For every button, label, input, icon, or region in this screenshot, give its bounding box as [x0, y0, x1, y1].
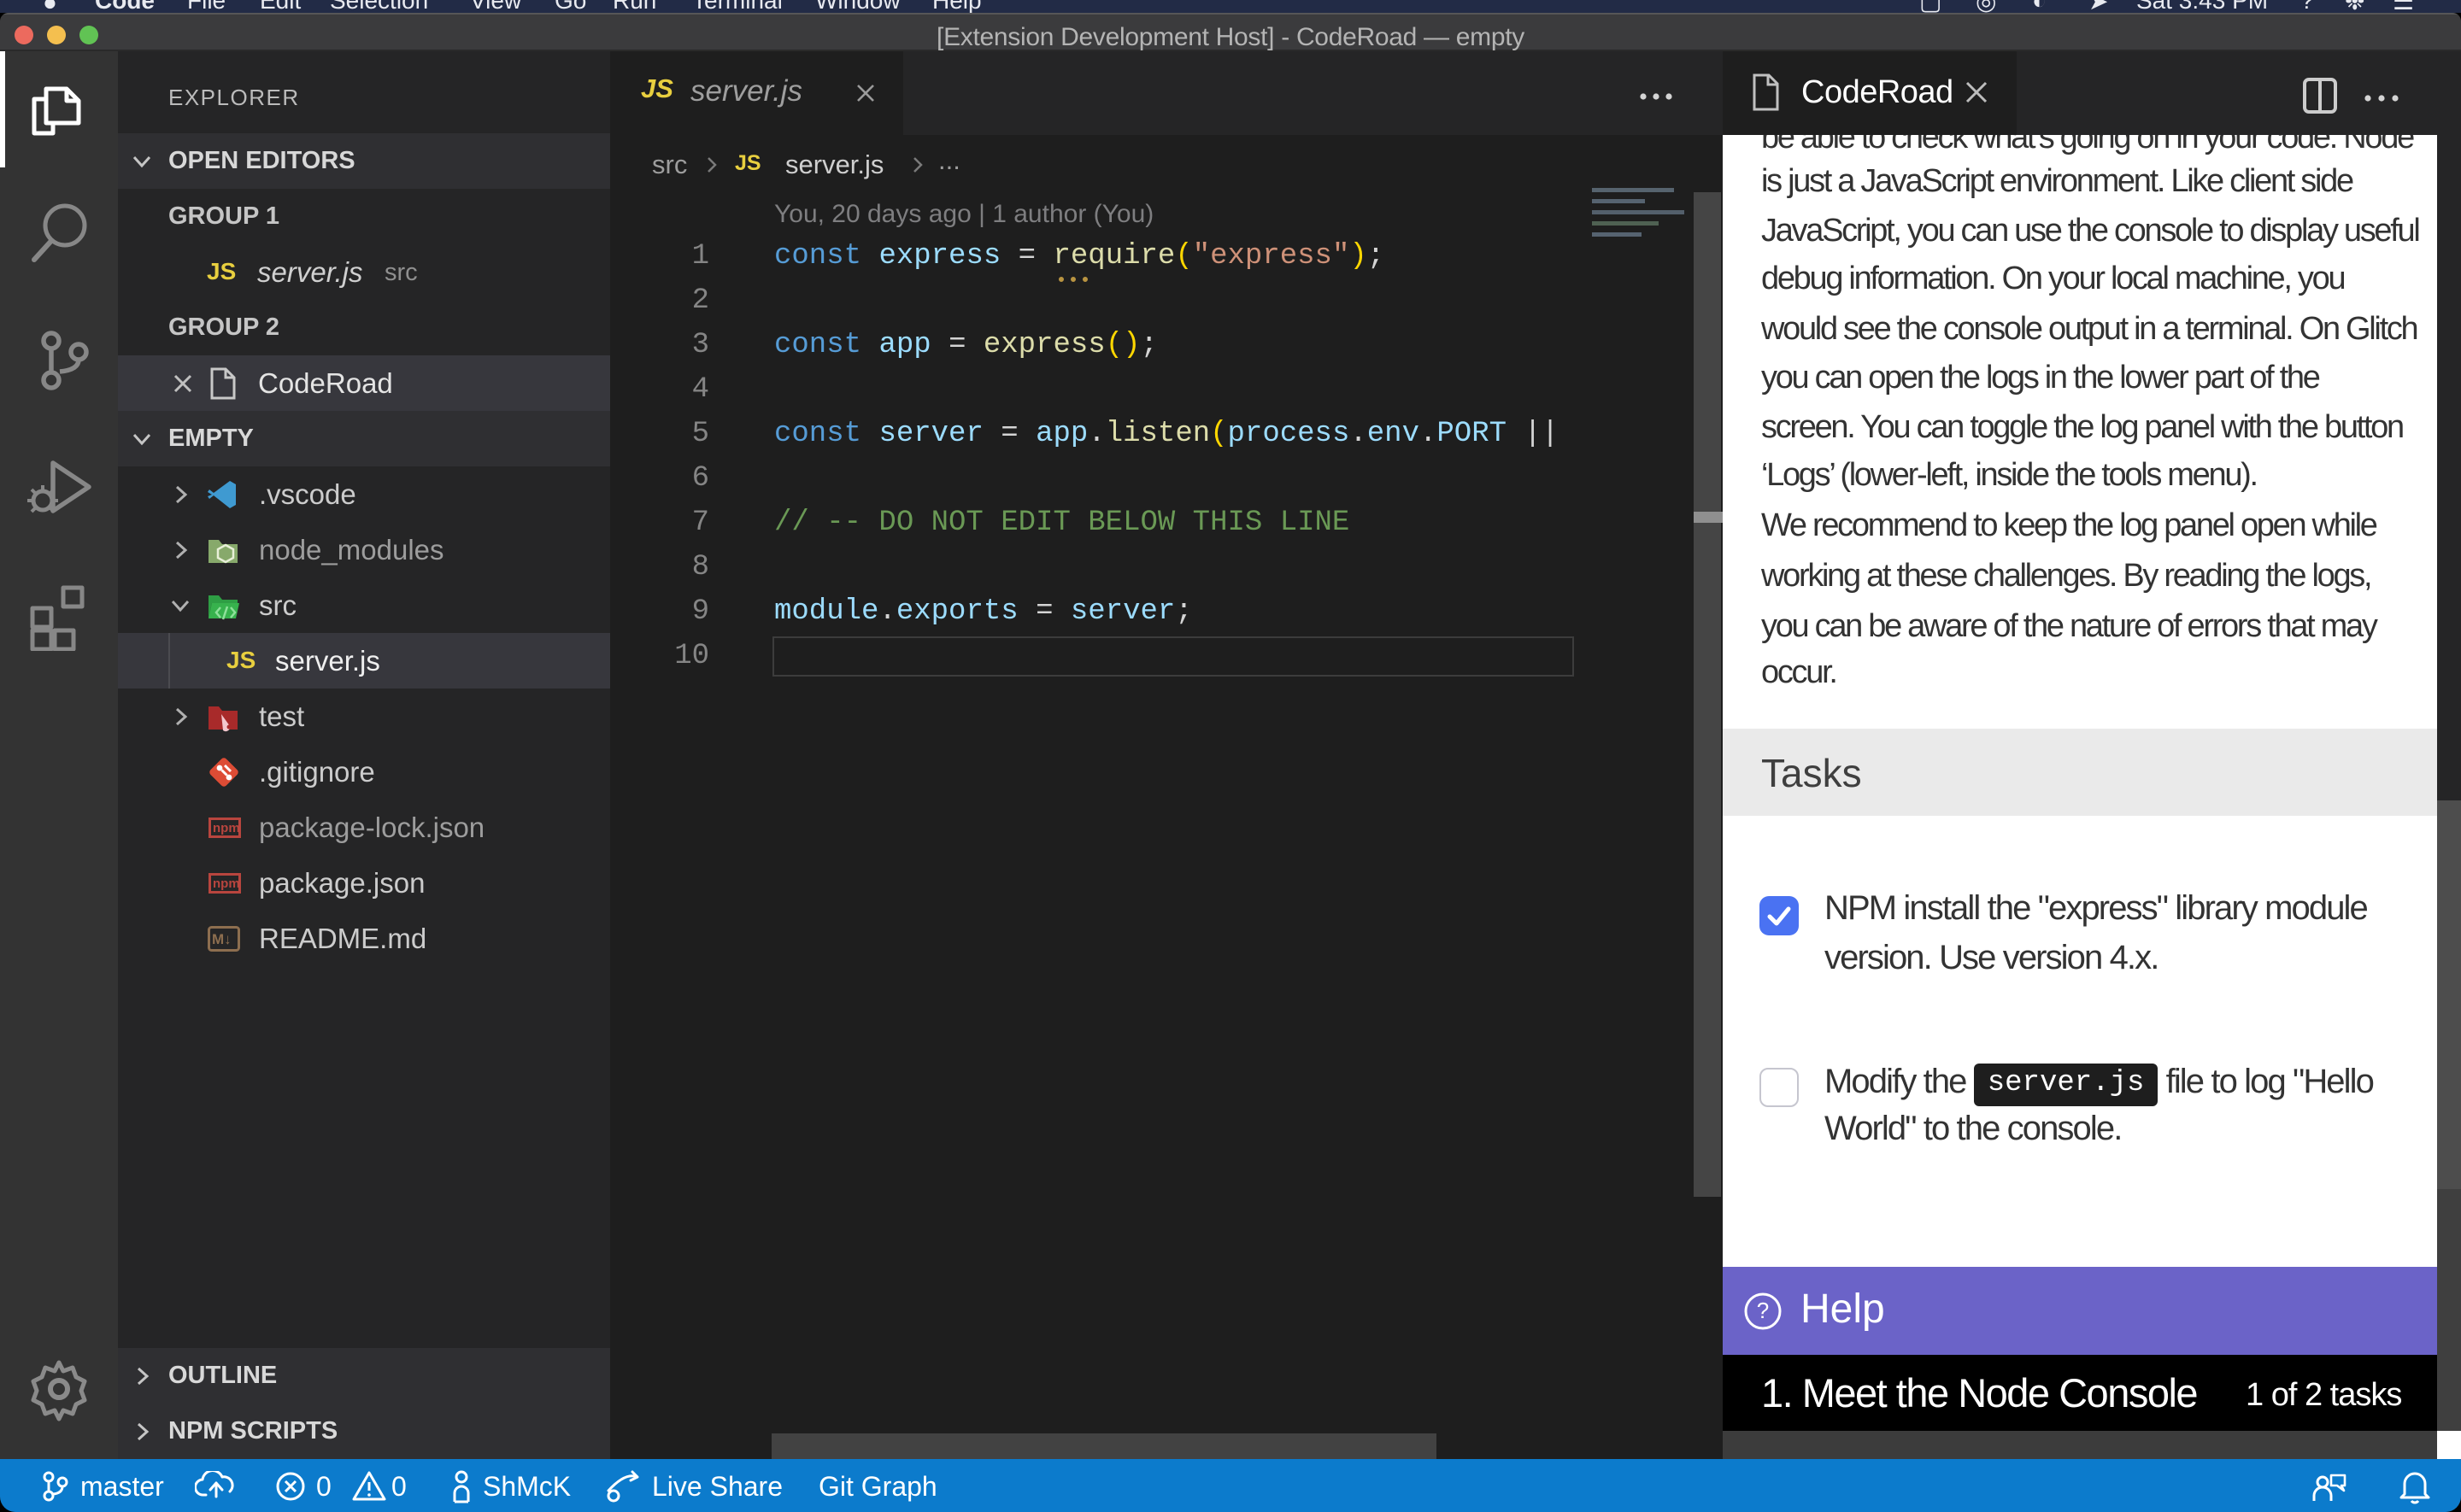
svg-text:?: ? [1757, 1298, 1769, 1323]
svg-text:npm: npm [213, 876, 240, 891]
svg-text:M↓: M↓ [212, 931, 232, 947]
svg-text:npm: npm [213, 821, 240, 835]
